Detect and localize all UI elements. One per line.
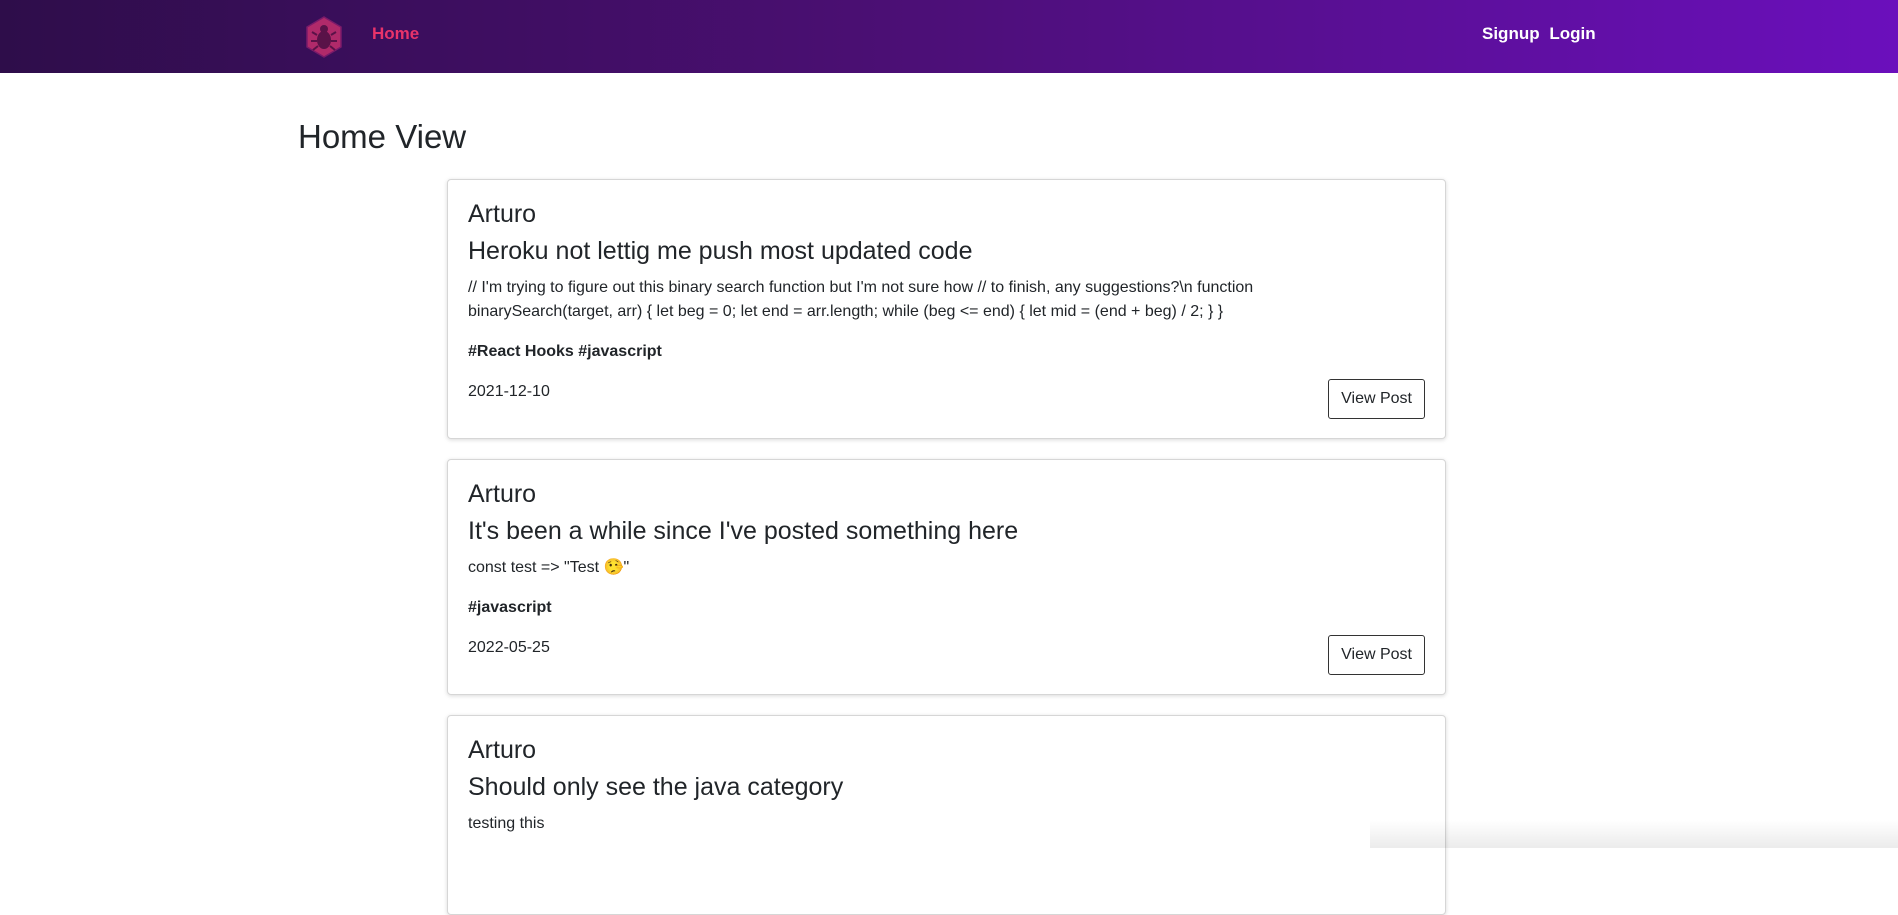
post-date: 2022-05-25 [468,639,550,656]
nav-home-link[interactable]: Home [372,24,419,44]
nav-auth-links: Signup Login [1482,24,1601,44]
view-post-button[interactable]: View Post [1328,635,1425,675]
post-author: Arturo [468,200,537,228]
post-body: // I'm trying to figure out this binary … [468,279,1254,320]
post-title: Heroku not lettig me push most updated c… [468,237,973,265]
navbar: Home Signup Login [0,0,1898,73]
bug-hexagon-icon[interactable] [304,15,344,59]
post-card: Arturo Heroku not lettig me push most up… [447,179,1446,439]
post-date: 2021-12-10 [468,383,550,400]
post-body: testing this [468,815,545,832]
login-link[interactable]: Login [1549,24,1595,43]
signup-link[interactable]: Signup [1482,24,1540,43]
post-tags: #javascript [468,599,552,616]
post-card: Arturo It's been a while since I've post… [447,459,1446,695]
post-author: Arturo [468,480,537,508]
page-title: Home View [298,118,467,155]
post-footer: 2021-12-10 View Post [468,379,1425,420]
view-post-button[interactable]: View Post [1328,379,1425,419]
post-footer: 2022-05-25 View Post [468,635,1425,676]
post-author: Arturo [468,736,537,764]
post-title: Should only see the java category [468,773,844,801]
post-body: const test => "Test 🤥" [468,559,630,576]
post-card: Arturo Should only see the java category… [447,715,1446,915]
post-title: It's been a while since I've posted some… [468,517,1019,545]
bottom-shadow [1370,820,1898,848]
post-tags: #React Hooks #javascript [468,343,662,360]
